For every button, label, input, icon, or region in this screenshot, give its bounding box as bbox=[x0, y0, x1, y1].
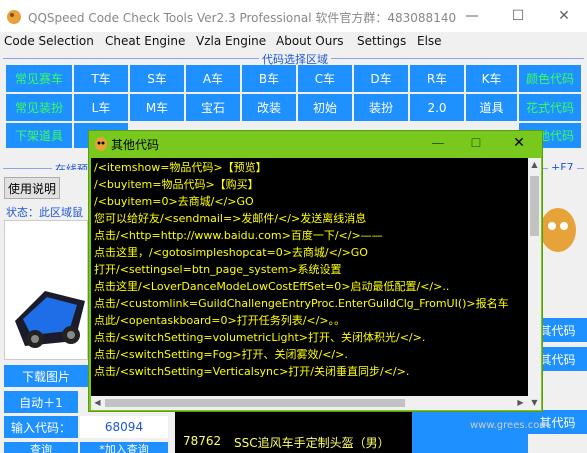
grid-btn-t-car[interactable]: T车 bbox=[74, 65, 128, 92]
menu-bar: Code Selection Cheat Engine Vzla Engine … bbox=[0, 32, 587, 50]
grid-btn-color-codes[interactable]: 颜色代码 bbox=[519, 65, 581, 92]
close-icon[interactable]: ✕ bbox=[541, 0, 587, 32]
grid-btn-l-car[interactable]: L车 bbox=[74, 94, 128, 121]
code-line: 点击/<customlink=GuildChallengeEntryProc.E… bbox=[94, 297, 509, 310]
download-image-button[interactable]: 下载图片 bbox=[4, 365, 88, 387]
code-line: 您可以给好友/<sendmail=>发邮件/</>发送离线消息 bbox=[94, 212, 367, 225]
car-preview-image bbox=[4, 220, 88, 360]
other-codes-dialog: 其他代码 — ☐ ✕ /<itemshow=物品代码>【预览】 /<buyite… bbox=[88, 130, 543, 412]
grid-btn-gems[interactable]: 宝石 bbox=[186, 94, 240, 121]
input-code-label: 输入代码： bbox=[4, 416, 78, 438]
menu-code-selection[interactable]: Code Selection bbox=[4, 32, 94, 50]
code-list: 78762 SSC追风车手定制头盔（男） bbox=[175, 412, 412, 453]
code-line: 点击/<switchSetting=volumetricLight>打开、关闭体… bbox=[94, 331, 426, 344]
code-text-area[interactable]: /<itemshow=物品代码>【预览】 /<buyitem=物品代码>【购买】… bbox=[91, 158, 528, 410]
code-line: 点击/<http=http://www.baidu.com>百度一下/</>—— bbox=[94, 229, 383, 242]
grid-btn-b-car[interactable]: B车 bbox=[242, 65, 296, 92]
window-title: QQSpeed Code Check Tools Ver2.3 Professi… bbox=[28, 11, 457, 25]
dialog-app-icon bbox=[94, 135, 108, 151]
grid-btn-removed-items[interactable]: 下架道具 bbox=[6, 123, 72, 148]
menu-settings[interactable]: Settings bbox=[357, 32, 406, 50]
grid-btn-s-car[interactable]: S车 bbox=[130, 65, 184, 92]
grid-btn-common-cars[interactable]: 常见赛车 bbox=[6, 65, 72, 92]
auto-increment-button[interactable]: 自动＋1 bbox=[4, 391, 78, 413]
dialog-minimize-icon[interactable]: — bbox=[423, 133, 453, 153]
grid-btn-a-car[interactable]: A车 bbox=[186, 65, 240, 92]
grid-btn-outfit[interactable]: 装扮 bbox=[354, 94, 408, 121]
grid-btn-items[interactable]: 道具 bbox=[466, 94, 517, 121]
title-bar: QQSpeed Code Check Tools Ver2.3 Professi… bbox=[0, 0, 587, 32]
menu-about-ours[interactable]: About Ours bbox=[276, 32, 344, 50]
scroll-right-icon[interactable]: ▶ bbox=[516, 398, 525, 408]
status-label: 状态：此区域鼠 bbox=[6, 206, 83, 219]
grid-btn-d-car[interactable]: D车 bbox=[354, 65, 408, 92]
list-row-name[interactable]: SSC追风车手定制头盔（男） bbox=[234, 434, 390, 451]
scroll-left-icon[interactable]: ◀ bbox=[93, 398, 102, 408]
grid-btn-k-car[interactable]: K车 bbox=[466, 65, 517, 92]
dialog-close-icon[interactable]: ✕ bbox=[501, 133, 537, 153]
grid-btn-2-0[interactable]: 2.0 bbox=[410, 94, 464, 121]
menu-vzla-engine[interactable]: Vzla Engine bbox=[196, 32, 266, 50]
maximize-icon[interactable]: ☐ bbox=[495, 0, 541, 32]
query-button[interactable]: 查询 bbox=[4, 442, 78, 453]
code-line: /<itemshow=物品代码>【预览】 bbox=[94, 161, 267, 174]
grid-btn-c-car[interactable]: C车 bbox=[298, 65, 352, 92]
grid-btn-m-car[interactable]: M车 bbox=[130, 94, 184, 121]
dialog-maximize-icon[interactable]: ☐ bbox=[461, 133, 491, 153]
scrollbar-thumb[interactable] bbox=[530, 176, 539, 236]
app-icon bbox=[6, 9, 22, 25]
add-query-button[interactable]: *加入查询 bbox=[80, 442, 168, 453]
code-line: 点击/<switchSetting=Verticalsync>打开/关闭垂直同步… bbox=[94, 365, 410, 378]
code-line: /<buyitem=0>去商城/</>GO bbox=[94, 195, 254, 208]
scroll-up-icon[interactable]: ▲ bbox=[530, 160, 539, 169]
right-blue-area bbox=[412, 412, 528, 453]
list-row-code[interactable]: 78762 bbox=[183, 434, 221, 448]
hscrollbar-thumb[interactable] bbox=[105, 399, 405, 407]
code-line: 点击/<switchSetting=Fog>打开、关闭雾效/</>. bbox=[94, 348, 348, 361]
code-line: /<buyitem=物品代码>【购买】 bbox=[94, 178, 259, 191]
grid-btn-fancy-codes[interactable]: 花式代码 bbox=[519, 94, 581, 121]
grid-btn-common-outfits[interactable]: 常见装扮 bbox=[6, 94, 72, 121]
dialog-title: 其他代码 bbox=[111, 138, 160, 152]
code-line: 点击这里，/<gotosimpleshopcat=0>去商城/</>GO bbox=[94, 246, 368, 259]
minimize-icon[interactable]: — bbox=[449, 0, 495, 32]
grid-btn-initial[interactable]: 初始 bbox=[298, 94, 352, 121]
scroll-down-icon[interactable]: ▼ bbox=[530, 398, 539, 407]
grid-btn-modify[interactable]: 改装 bbox=[242, 94, 296, 121]
help-button[interactable]: 使用说明 bbox=[4, 177, 60, 199]
input-code-field[interactable]: 68094 bbox=[80, 416, 168, 438]
vertical-scrollbar[interactable]: ▲ ▼ bbox=[528, 158, 541, 410]
horizontal-scrollbar[interactable]: ◀ ▶ bbox=[91, 396, 528, 410]
code-line: 点此/<opentaskboard=0>打开任务列表/</>。。 bbox=[94, 314, 346, 327]
code-line: 点击这里/<LoverDanceModeLowCostEffSet=0>启动最低… bbox=[94, 280, 450, 293]
menu-else[interactable]: Else bbox=[417, 32, 442, 50]
menu-cheat-engine[interactable]: Cheat Engine bbox=[105, 32, 185, 50]
grid-btn-r-car[interactable]: R车 bbox=[410, 65, 464, 92]
code-line: 打开/<settingsel=btn_page_system>系统设置 bbox=[94, 263, 342, 276]
watermark: www.grees.com bbox=[470, 420, 550, 431]
